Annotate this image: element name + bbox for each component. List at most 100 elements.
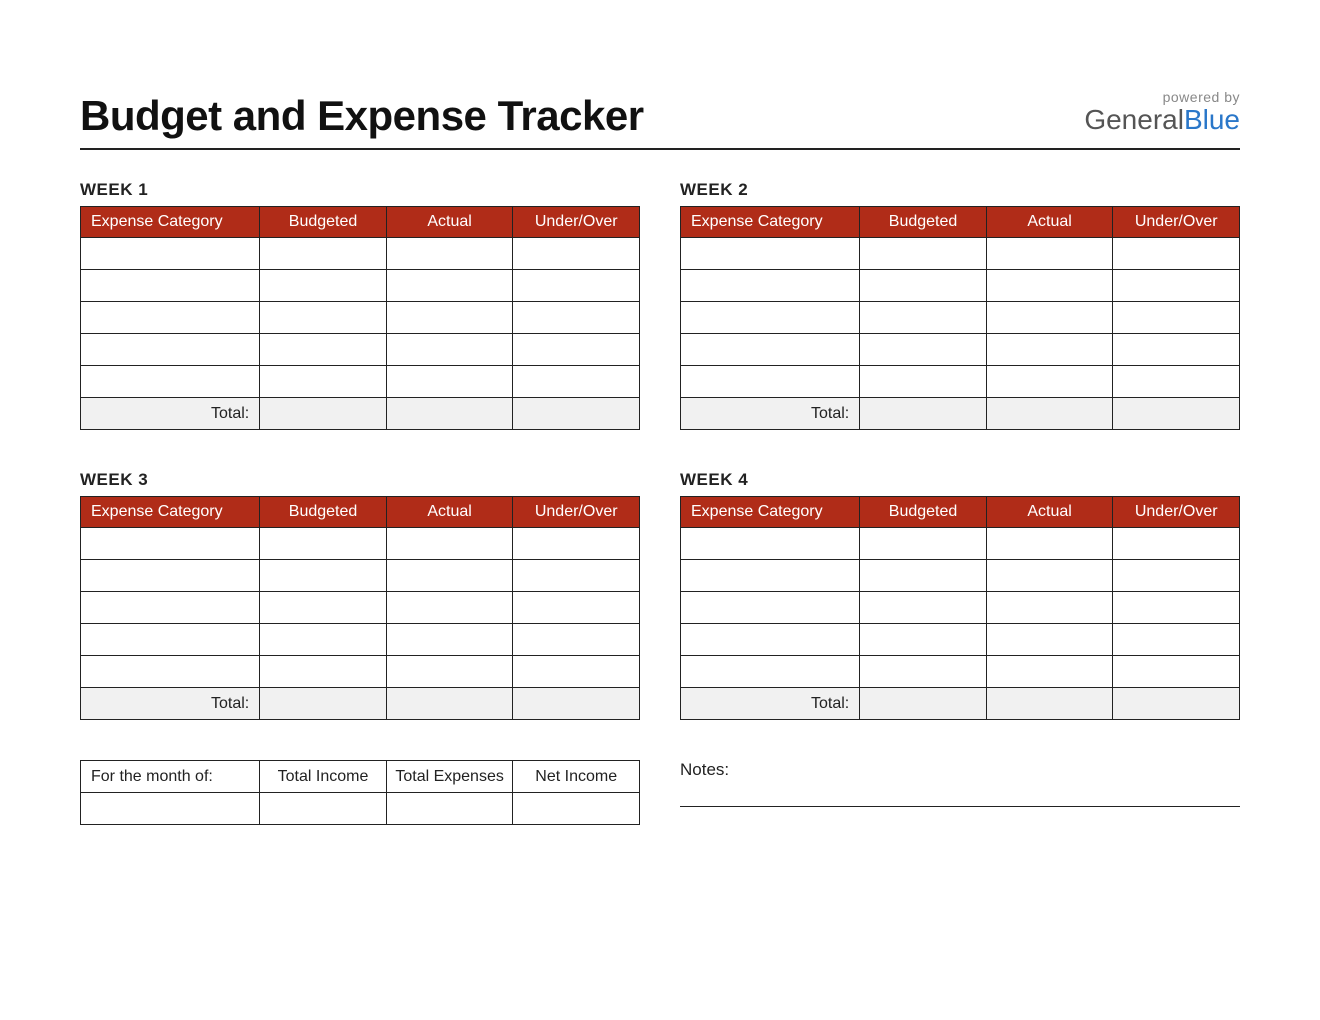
cell-under_over[interactable] bbox=[513, 302, 640, 334]
cell-under_over[interactable] bbox=[513, 624, 640, 656]
cell-budgeted[interactable] bbox=[260, 238, 387, 270]
cell-actual[interactable] bbox=[986, 270, 1113, 302]
cell-category[interactable] bbox=[681, 238, 860, 270]
cell-budgeted[interactable] bbox=[260, 334, 387, 366]
cell-actual[interactable] bbox=[986, 656, 1113, 688]
cell-category[interactable] bbox=[81, 270, 260, 302]
cell-budgeted[interactable] bbox=[260, 624, 387, 656]
cell-category[interactable] bbox=[681, 334, 860, 366]
cell-actual[interactable] bbox=[986, 592, 1113, 624]
cell-actual[interactable] bbox=[386, 366, 513, 398]
summary-income-value[interactable] bbox=[260, 793, 387, 825]
cell-category[interactable] bbox=[681, 624, 860, 656]
cell-budgeted[interactable] bbox=[860, 592, 987, 624]
bottom-row: For the month of: Total Income Total Exp… bbox=[80, 760, 1240, 825]
total-under_over[interactable] bbox=[1113, 398, 1240, 430]
cell-category[interactable] bbox=[681, 656, 860, 688]
cell-actual[interactable] bbox=[986, 334, 1113, 366]
cell-under_over[interactable] bbox=[1113, 560, 1240, 592]
cell-under_over[interactable] bbox=[1113, 238, 1240, 270]
cell-category[interactable] bbox=[81, 592, 260, 624]
cell-budgeted[interactable] bbox=[260, 656, 387, 688]
total-budgeted[interactable] bbox=[860, 688, 987, 720]
total-actual[interactable] bbox=[986, 398, 1113, 430]
cell-under_over[interactable] bbox=[513, 592, 640, 624]
cell-category[interactable] bbox=[81, 656, 260, 688]
cell-under_over[interactable] bbox=[1113, 656, 1240, 688]
summary-net-value[interactable] bbox=[513, 793, 640, 825]
cell-actual[interactable] bbox=[386, 238, 513, 270]
total-actual[interactable] bbox=[986, 688, 1113, 720]
cell-under_over[interactable] bbox=[513, 560, 640, 592]
cell-budgeted[interactable] bbox=[860, 366, 987, 398]
cell-under_over[interactable] bbox=[513, 270, 640, 302]
cell-budgeted[interactable] bbox=[260, 592, 387, 624]
cell-budgeted[interactable] bbox=[860, 624, 987, 656]
cell-actual[interactable] bbox=[386, 656, 513, 688]
cell-actual[interactable] bbox=[986, 528, 1113, 560]
cell-under_over[interactable] bbox=[1113, 334, 1240, 366]
cell-actual[interactable] bbox=[386, 270, 513, 302]
cell-under_over[interactable] bbox=[513, 366, 640, 398]
cell-category[interactable] bbox=[681, 528, 860, 560]
total-under_over[interactable] bbox=[513, 688, 640, 720]
cell-under_over[interactable] bbox=[1113, 366, 1240, 398]
total-under_over[interactable] bbox=[513, 398, 640, 430]
cell-budgeted[interactable] bbox=[260, 302, 387, 334]
cell-under_over[interactable] bbox=[1113, 592, 1240, 624]
cell-category[interactable] bbox=[681, 366, 860, 398]
cell-actual[interactable] bbox=[386, 624, 513, 656]
cell-under_over[interactable] bbox=[513, 238, 640, 270]
cell-under_over[interactable] bbox=[513, 656, 640, 688]
cell-actual[interactable] bbox=[986, 238, 1113, 270]
total-under_over[interactable] bbox=[1113, 688, 1240, 720]
cell-budgeted[interactable] bbox=[860, 270, 987, 302]
cell-category[interactable] bbox=[681, 302, 860, 334]
cell-budgeted[interactable] bbox=[860, 238, 987, 270]
cell-category[interactable] bbox=[681, 560, 860, 592]
cell-actual[interactable] bbox=[986, 624, 1113, 656]
total-actual[interactable] bbox=[386, 688, 513, 720]
cell-category[interactable] bbox=[81, 302, 260, 334]
cell-budgeted[interactable] bbox=[260, 270, 387, 302]
cell-category[interactable] bbox=[81, 528, 260, 560]
cell-actual[interactable] bbox=[986, 560, 1113, 592]
week-label: WEEK 2 bbox=[680, 180, 1240, 200]
cell-actual[interactable] bbox=[986, 302, 1113, 334]
total-actual[interactable] bbox=[386, 398, 513, 430]
cell-category[interactable] bbox=[681, 270, 860, 302]
cell-budgeted[interactable] bbox=[860, 334, 987, 366]
cell-category[interactable] bbox=[81, 366, 260, 398]
cell-actual[interactable] bbox=[386, 560, 513, 592]
cell-budgeted[interactable] bbox=[860, 528, 987, 560]
total-budgeted[interactable] bbox=[260, 398, 387, 430]
cell-category[interactable] bbox=[81, 560, 260, 592]
cell-budgeted[interactable] bbox=[860, 302, 987, 334]
cell-actual[interactable] bbox=[386, 592, 513, 624]
total-budgeted[interactable] bbox=[860, 398, 987, 430]
cell-budgeted[interactable] bbox=[260, 560, 387, 592]
cell-budgeted[interactable] bbox=[860, 656, 987, 688]
cell-under_over[interactable] bbox=[1113, 528, 1240, 560]
summary-month-value[interactable] bbox=[81, 793, 260, 825]
notes-line[interactable] bbox=[680, 806, 1240, 807]
cell-category[interactable] bbox=[81, 334, 260, 366]
cell-under_over[interactable] bbox=[1113, 624, 1240, 656]
cell-budgeted[interactable] bbox=[260, 528, 387, 560]
cell-budgeted[interactable] bbox=[260, 366, 387, 398]
week-block-3: WEEK 3Expense CategoryBudgetedActualUnde… bbox=[80, 470, 640, 720]
cell-under_over[interactable] bbox=[513, 334, 640, 366]
cell-actual[interactable] bbox=[386, 334, 513, 366]
cell-budgeted[interactable] bbox=[860, 560, 987, 592]
cell-category[interactable] bbox=[81, 624, 260, 656]
cell-under_over[interactable] bbox=[1113, 302, 1240, 334]
cell-actual[interactable] bbox=[386, 528, 513, 560]
total-budgeted[interactable] bbox=[260, 688, 387, 720]
cell-under_over[interactable] bbox=[513, 528, 640, 560]
cell-actual[interactable] bbox=[386, 302, 513, 334]
cell-category[interactable] bbox=[681, 592, 860, 624]
cell-under_over[interactable] bbox=[1113, 270, 1240, 302]
cell-actual[interactable] bbox=[986, 366, 1113, 398]
cell-category[interactable] bbox=[81, 238, 260, 270]
summary-expenses-value[interactable] bbox=[386, 793, 513, 825]
